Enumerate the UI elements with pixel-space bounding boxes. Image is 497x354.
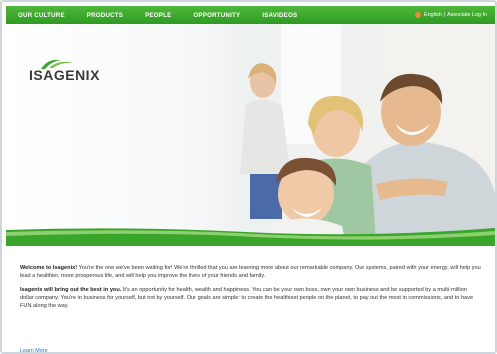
nav-people[interactable]: PEOPLE — [145, 12, 171, 19]
isagenix-logo[interactable]: ISAGENIX — [29, 60, 100, 83]
nav-opportunity[interactable]: OPPORTUNITY — [193, 12, 240, 19]
language-link[interactable]: English — [424, 12, 442, 18]
leaf-swoosh-icon — [41, 60, 73, 69]
green-swoosh-band — [6, 228, 495, 246]
learn-more-link[interactable]: Learn More — [20, 348, 48, 352]
globe-icon — [415, 12, 422, 18]
main-nav: OUR CULTURE PRODUCTS PEOPLE OPPORTUNITY … — [6, 6, 495, 24]
intro-copy: Welcome to Isagenix! You're the one we'v… — [20, 264, 482, 316]
nav-our-culture[interactable]: OUR CULTURE — [18, 12, 65, 19]
nav-isavideos[interactable]: ISAVIDEOS — [262, 12, 297, 19]
welcome-heading: Welcome to Isagenix! — [20, 265, 78, 271]
nav-utility: English | Associate Log In — [415, 12, 487, 18]
family-photo — [186, 24, 495, 244]
welcome-paragraph: Welcome to Isagenix! You're the one we'v… — [20, 264, 482, 280]
best-in-you-paragraph: Isagenix will bring out the best in you.… — [20, 286, 482, 310]
nav-products[interactable]: PRODUCTS — [87, 12, 123, 19]
nav-separator: | — [443, 12, 446, 18]
associate-login-link[interactable]: Associate Log In — [447, 12, 487, 18]
welcome-text: You're the one we've been waiting for! W… — [20, 265, 481, 279]
browser-frame: OUR CULTURE PRODUCTS PEOPLE OPPORTUNITY … — [0, 0, 497, 354]
hero-banner: ISAGENIX — [6, 24, 495, 244]
best-in-you-heading: Isagenix will bring out the best in you. — [20, 287, 122, 293]
